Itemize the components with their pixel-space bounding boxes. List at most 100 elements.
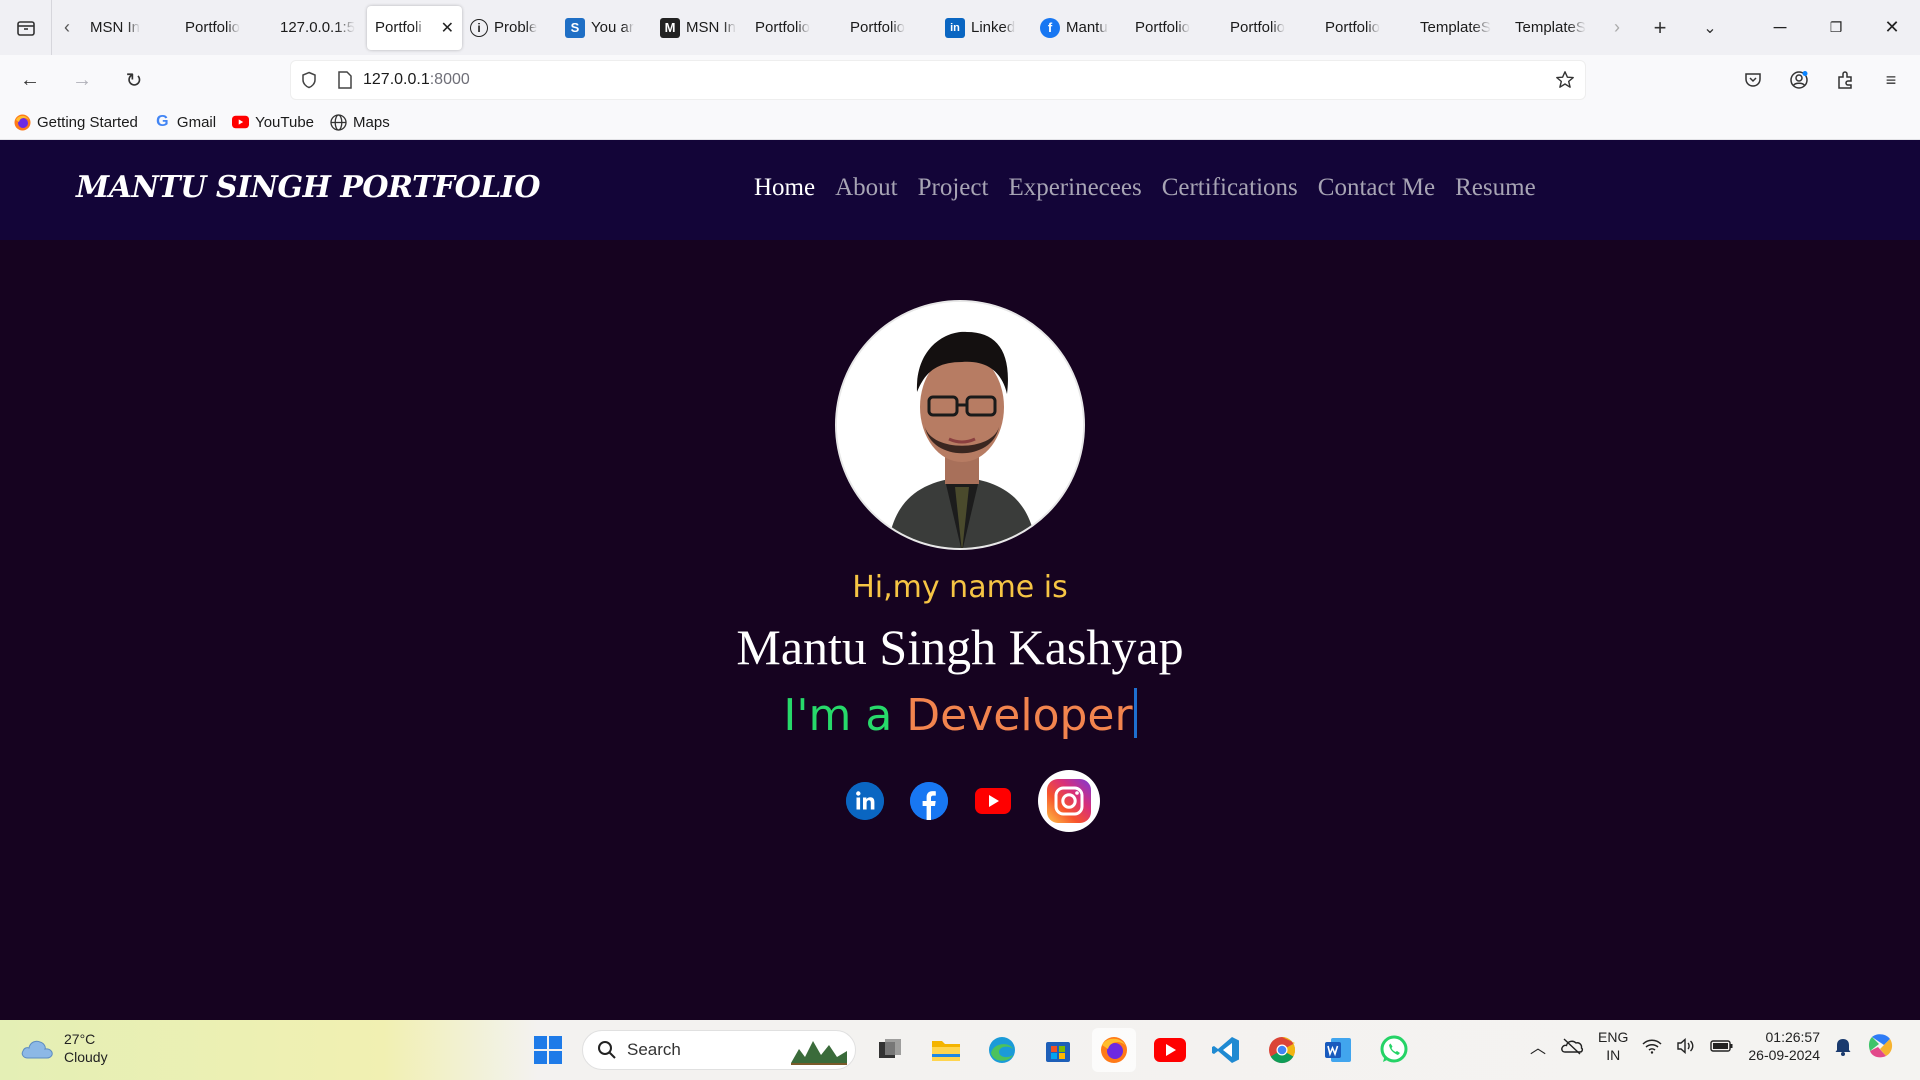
pocket-icon[interactable] (1734, 60, 1772, 100)
store-button[interactable] (1036, 1028, 1080, 1072)
nav-link-certifications[interactable]: Certifications (1162, 174, 1298, 202)
reload-button[interactable]: ↻ (112, 60, 156, 100)
tab-label: 127.0.0.1:5 (280, 19, 356, 36)
linkedin-link[interactable] (846, 782, 884, 820)
instagram-link[interactable] (1038, 770, 1100, 832)
chevron-left-icon: ‹ (64, 17, 70, 37)
wifi-icon[interactable] (1642, 1038, 1662, 1054)
vscode-button[interactable] (1204, 1028, 1248, 1072)
browser-tab[interactable]: Portfolio (1222, 6, 1317, 50)
lang-primary: ENG (1598, 1029, 1629, 1045)
youtube-link[interactable] (974, 782, 1012, 820)
word-button[interactable] (1316, 1028, 1360, 1072)
shield-icon[interactable] (291, 71, 327, 89)
address-bar[interactable]: 127.0.0.1:8000 (290, 60, 1586, 100)
tab-label: You ar (591, 19, 634, 36)
show-hidden-icons-icon[interactable]: ︿ (1530, 1034, 1546, 1058)
minimize-icon: ─ (1773, 17, 1787, 37)
youtube-taskbar-button[interactable] (1148, 1028, 1192, 1072)
facebook-link[interactable] (910, 782, 948, 820)
tab-label: Portfolio (755, 19, 811, 36)
bookmark-gmail[interactable]: G Gmail (154, 113, 216, 131)
browser-tab[interactable]: in Linked (937, 6, 1032, 50)
browser-tab[interactable]: Portfolio (747, 6, 842, 50)
browser-tab[interactable]: i Proble (462, 6, 557, 50)
nav-link-about[interactable]: About (835, 174, 898, 202)
taskbar-search[interactable]: Search (582, 1030, 856, 1070)
typing-cursor (1133, 688, 1137, 738)
browser-tab[interactable]: TemplateS (1507, 6, 1602, 50)
taskbar: 27°C Cloudy Search ︿ ENG IN 01:26:57 26-… (0, 1020, 1920, 1080)
weather-widget[interactable]: 27°C Cloudy (20, 1030, 108, 1066)
edge-button[interactable] (980, 1028, 1024, 1072)
chrome-icon (1269, 1036, 1296, 1064)
hero-greeting: Hi,my name is (852, 570, 1068, 605)
browser-tab[interactable]: M MSN In (652, 6, 747, 50)
copilot-icon[interactable] (1866, 1031, 1896, 1061)
battery-icon[interactable] (1710, 1039, 1734, 1053)
navigation-toolbar: ← → ↻ 127.0.0.1:8000 ≡ (0, 55, 1920, 105)
extensions-icon[interactable] (1826, 60, 1864, 100)
nav-link-project[interactable]: Project (918, 174, 989, 202)
search-placeholder: Search (627, 1040, 681, 1059)
reload-icon: ↻ (125, 69, 143, 92)
instagram-icon (1047, 779, 1091, 823)
whatsapp-button[interactable] (1372, 1028, 1416, 1072)
browser-tab[interactable]: Portfolio (177, 6, 272, 50)
site-logo[interactable]: MANTU SINGH PORTFOLIO (76, 170, 540, 205)
nav-link-experiences[interactable]: Experinecees (1008, 174, 1141, 202)
volume-icon[interactable] (1676, 1038, 1696, 1054)
page-icon (327, 71, 363, 89)
tab-label: Linked (971, 19, 1016, 36)
nav-link-resume[interactable]: Resume (1455, 174, 1536, 202)
language-indicator[interactable]: ENG IN (1598, 1028, 1628, 1064)
new-tab-button[interactable]: + (1638, 6, 1682, 50)
tab-label: Portfolio (1325, 19, 1381, 36)
list-all-tabs-button[interactable]: ⌄ (1688, 6, 1732, 50)
scroll-tabs-right-button[interactable]: › (1602, 17, 1632, 38)
onedrive-offline-icon[interactable] (1560, 1037, 1584, 1055)
browser-tab[interactable]: TemplateS (1412, 6, 1507, 50)
bookmark-star-icon[interactable] (1545, 70, 1585, 90)
task-view-button[interactable] (868, 1028, 912, 1072)
tab-list-button[interactable] (0, 0, 52, 55)
start-button[interactable] (526, 1028, 570, 1072)
browser-tab[interactable]: S You ar (557, 6, 652, 50)
account-icon[interactable] (1780, 60, 1818, 100)
scroll-tabs-left-button[interactable]: ‹ (52, 17, 82, 38)
nav-link-home[interactable]: Home (754, 174, 815, 202)
chevron-right-icon: › (1614, 17, 1620, 37)
profile-photo (835, 300, 1085, 550)
youtube-icon (975, 788, 1011, 814)
browser-tab[interactable]: 127.0.0.1:5 (272, 6, 367, 50)
bookmark-youtube[interactable]: YouTube (232, 114, 314, 131)
firefox-taskbar-button[interactable] (1092, 1028, 1136, 1072)
clock[interactable]: 01:26:57 26-09-2024 (1748, 1028, 1820, 1064)
browser-tab[interactable]: Portfolio (1127, 6, 1222, 50)
browser-tab-active[interactable]: Portfoli ✕ (367, 5, 462, 50)
forward-button[interactable]: → (60, 60, 104, 100)
close-window-button[interactable]: ✕ (1864, 0, 1920, 55)
file-explorer-button[interactable] (924, 1028, 968, 1072)
firefox-icon (14, 114, 31, 131)
notification-bell-icon[interactable] (1834, 1036, 1852, 1056)
browser-tab[interactable]: MSN In (82, 6, 177, 50)
browser-tab[interactable]: Portfolio (842, 6, 937, 50)
browser-tab[interactable]: Portfolio (1317, 6, 1412, 50)
bookmark-getting-started[interactable]: Getting Started (14, 114, 138, 131)
menu-icon[interactable]: ≡ (1872, 60, 1910, 100)
bookmark-maps[interactable]: Maps (330, 114, 390, 131)
tab-label: TemplateS (1420, 19, 1491, 36)
plus-icon: + (1653, 14, 1667, 40)
back-button[interactable]: ← (8, 60, 52, 100)
restore-button[interactable]: ❐ (1808, 0, 1864, 55)
nav-link-contact[interactable]: Contact Me (1318, 174, 1435, 202)
close-tab-icon[interactable]: ✕ (441, 18, 454, 38)
hero-name: Mantu Singh Kashyap (736, 619, 1184, 675)
search-icon (598, 1041, 616, 1059)
chrome-button[interactable] (1260, 1028, 1304, 1072)
minimize-button[interactable]: ─ (1752, 0, 1808, 55)
tab-list-icon (16, 20, 35, 36)
browser-tab[interactable]: f Mantu (1032, 6, 1127, 50)
arrow-left-icon: ← (20, 68, 40, 91)
